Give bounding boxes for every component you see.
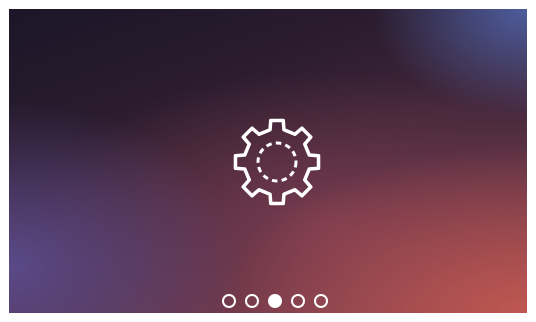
pagination-dot-1[interactable]	[222, 294, 236, 308]
pagination-dot-4[interactable]	[291, 294, 305, 308]
pagination-dot-2[interactable]	[245, 294, 259, 308]
pagination-dots	[222, 294, 328, 308]
onboarding-screen	[9, 9, 527, 313]
pagination-dot-5[interactable]	[314, 294, 328, 308]
gear-icon	[231, 116, 323, 208]
pagination-dot-3[interactable]	[268, 294, 282, 308]
